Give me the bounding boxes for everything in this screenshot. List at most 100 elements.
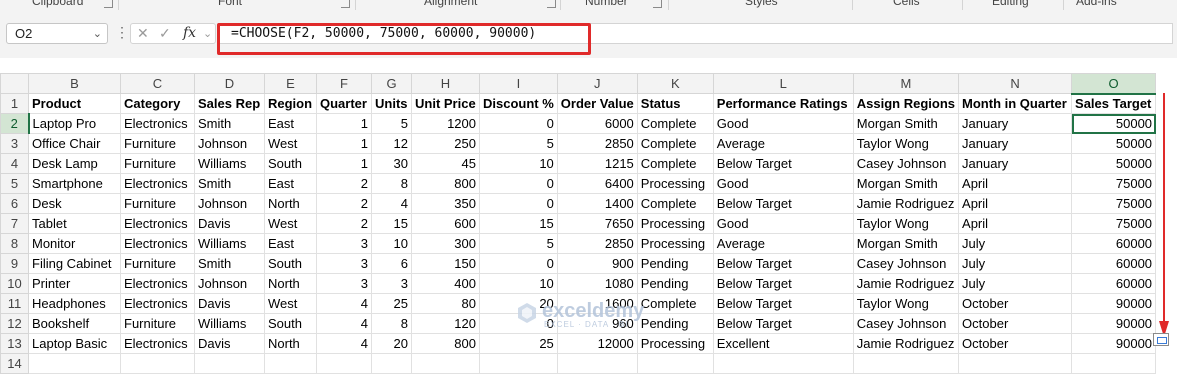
cell[interactable]: 2850 <box>556 233 638 254</box>
cell[interactable]: 60000 <box>1071 233 1157 254</box>
cell[interactable]: Furniture <box>120 253 195 274</box>
row-header[interactable]: 12 <box>0 313 29 334</box>
header-cell[interactable]: Month in Quarter <box>958 93 1073 114</box>
column-header-o[interactable]: O <box>1071 73 1157 95</box>
cell[interactable]: 900 <box>556 253 638 274</box>
cell[interactable]: Jamie Rodriguez <box>852 193 960 214</box>
cell[interactable]: Filing Cabinet <box>28 253 121 274</box>
cell[interactable]: Complete <box>636 133 714 154</box>
row-header[interactable]: 10 <box>0 273 29 294</box>
cell[interactable]: October <box>958 313 1073 334</box>
cell[interactable]: Complete <box>636 153 714 174</box>
cell[interactable]: East <box>264 113 317 134</box>
column-header-m[interactable]: M <box>852 73 960 94</box>
cell[interactable]: 75000 <box>1071 173 1157 194</box>
cell[interactable]: Morgan Smith <box>852 113 960 134</box>
cell[interactable]: 45 <box>411 153 480 174</box>
header-cell[interactable]: Category <box>120 93 195 114</box>
cell[interactable]: 5 <box>479 233 558 254</box>
column-header-c[interactable]: C <box>120 73 195 94</box>
cell[interactable]: April <box>958 193 1073 214</box>
row-header[interactable]: 13 <box>0 333 29 354</box>
cell[interactable]: Johnson <box>194 273 265 294</box>
cell[interactable]: July <box>958 273 1073 294</box>
cell[interactable]: 800 <box>411 333 480 354</box>
cell[interactable]: West <box>264 133 317 154</box>
column-header-k[interactable]: K <box>636 73 714 94</box>
empty-cell[interactable] <box>712 353 854 374</box>
cell[interactable]: Processing <box>636 233 714 254</box>
cell[interactable]: Below Target <box>712 193 854 214</box>
select-all-corner[interactable] <box>0 73 29 94</box>
column-header-b[interactable]: B <box>28 73 121 94</box>
cell[interactable]: North <box>264 193 317 214</box>
cell[interactable]: Taylor Wong <box>852 213 960 234</box>
cell[interactable]: Smartphone <box>28 173 121 194</box>
cell[interactable]: 250 <box>411 133 480 154</box>
cell[interactable]: 150 <box>411 253 480 274</box>
cell[interactable]: Electronics <box>120 293 195 314</box>
cell[interactable]: 8 <box>371 173 412 194</box>
ribbon-group-editing[interactable]: Editing <box>992 0 1029 8</box>
empty-cell[interactable] <box>1071 353 1157 374</box>
cell[interactable]: Casey Johnson <box>852 153 960 174</box>
cell[interactable]: 4 <box>371 193 412 214</box>
cell[interactable]: 2 <box>316 193 372 214</box>
cell[interactable]: Electronics <box>120 233 195 254</box>
cell[interactable]: Furniture <box>120 133 195 154</box>
cell[interactable]: 6400 <box>556 173 638 194</box>
empty-cell[interactable] <box>411 353 480 374</box>
cell[interactable]: Smith <box>194 173 265 194</box>
cell[interactable]: Good <box>712 213 854 234</box>
cell[interactable]: January <box>958 113 1073 134</box>
cell[interactable]: Davis <box>194 213 265 234</box>
cell[interactable]: 90000 <box>1071 293 1157 314</box>
cell[interactable]: 400 <box>411 273 480 294</box>
cell[interactable]: 3 <box>316 253 372 274</box>
enter-check-icon[interactable]: ✓ <box>159 25 171 42</box>
cell[interactable]: 12 <box>371 133 412 154</box>
cell[interactable]: Pending <box>636 273 714 294</box>
cell[interactable]: Below Target <box>712 313 854 334</box>
cell[interactable]: 1080 <box>556 273 638 294</box>
cell[interactable]: West <box>264 293 317 314</box>
cell[interactable]: 3 <box>316 233 372 254</box>
empty-cell[interactable] <box>120 353 195 374</box>
column-header-i[interactable]: I <box>479 73 558 94</box>
cell[interactable]: 80 <box>411 293 480 314</box>
cell[interactable]: 300 <box>411 233 480 254</box>
active-cell[interactable]: 50000 <box>1071 113 1157 134</box>
insert-function-icon[interactable]: fx <box>183 25 196 41</box>
cell[interactable]: 0 <box>479 173 558 194</box>
empty-cell[interactable] <box>28 353 121 374</box>
cell[interactable]: Taylor Wong <box>852 293 960 314</box>
header-cell[interactable]: Quarter <box>316 93 372 114</box>
cell[interactable]: Electronics <box>120 113 195 134</box>
cell[interactable]: 5 <box>371 113 412 134</box>
chevron-down-icon[interactable]: ⌄ <box>93 27 102 40</box>
cell[interactable]: 6 <box>371 253 412 274</box>
cell[interactable]: 75000 <box>1071 193 1157 214</box>
cell[interactable]: Processing <box>636 213 714 234</box>
cell[interactable]: 3 <box>371 273 412 294</box>
cell[interactable]: 0 <box>479 253 558 274</box>
empty-cell[interactable] <box>852 353 960 374</box>
cell[interactable]: Electronics <box>120 213 195 234</box>
cell[interactable]: Williams <box>194 153 265 174</box>
cell[interactable]: July <box>958 233 1073 254</box>
cell[interactable]: 2 <box>316 213 372 234</box>
cell[interactable]: Average <box>712 133 854 154</box>
cell[interactable]: 7650 <box>556 213 638 234</box>
cell[interactable]: Good <box>712 173 854 194</box>
cell[interactable]: Complete <box>636 113 714 134</box>
cell[interactable]: East <box>264 233 317 254</box>
cell[interactable]: Tablet <box>28 213 121 234</box>
empty-cell[interactable] <box>958 353 1073 374</box>
column-header-n[interactable]: N <box>958 73 1073 94</box>
empty-cell[interactable] <box>264 353 317 374</box>
column-header-e[interactable]: E <box>264 73 317 94</box>
cell[interactable]: 10 <box>479 153 558 174</box>
ribbon-group-font[interactable]: Font <box>218 0 242 8</box>
cell[interactable]: Desk <box>28 193 121 214</box>
more-options-icon[interactable]: ⋮ <box>115 24 129 41</box>
